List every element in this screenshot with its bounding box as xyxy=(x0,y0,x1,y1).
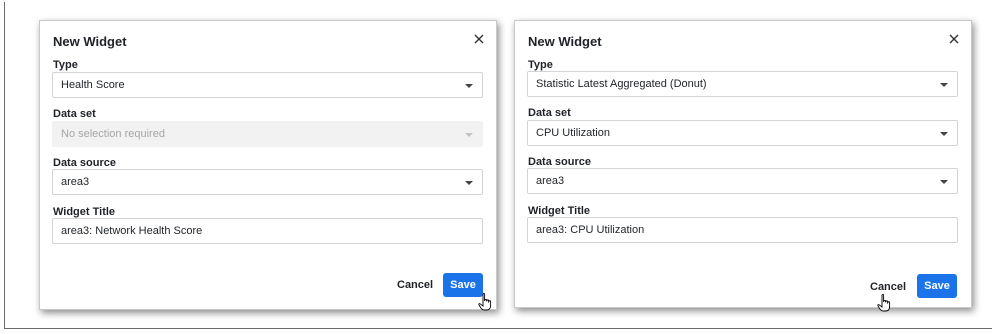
new-widget-dialog-cpu-utilization: New Widget Type Statistic Latest Aggrega… xyxy=(514,20,972,312)
type-select[interactable]: Statistic Latest Aggregated (Donut) xyxy=(527,71,958,97)
type-select-value: Health Score xyxy=(61,79,125,91)
datasource-select-value: area3 xyxy=(536,175,565,187)
dataset-select-placeholder: No selection required xyxy=(61,128,165,140)
widget-title-label: Widget Title xyxy=(528,205,591,217)
type-label: Type xyxy=(528,59,553,71)
cancel-button[interactable]: Cancel xyxy=(397,279,433,291)
cancel-button[interactable]: Cancel xyxy=(870,281,906,293)
widget-title-input[interactable]: area3: CPU Utilization xyxy=(527,217,958,243)
widget-title-input[interactable]: area3: Network Health Score xyxy=(52,218,483,244)
widget-title-input-value: area3: Network Health Score xyxy=(61,225,203,237)
datasource-select[interactable]: area3 xyxy=(527,168,958,194)
dataset-select: No selection required xyxy=(52,121,483,147)
datasource-label: Data source xyxy=(528,156,591,168)
chevron-down-icon xyxy=(940,132,948,136)
close-icon[interactable] xyxy=(947,32,961,46)
hand-pointer-cursor xyxy=(478,293,492,311)
chevron-down-icon xyxy=(940,180,948,184)
dataset-label: Data set xyxy=(528,107,571,119)
save-button[interactable]: Save xyxy=(917,274,957,298)
datasource-select[interactable]: area3 xyxy=(52,169,483,195)
dataset-select[interactable]: CPU Utilization xyxy=(527,120,958,146)
dialog-title: New Widget xyxy=(528,34,602,49)
widget-title-label: Widget Title xyxy=(53,206,116,218)
dialog-title: New Widget xyxy=(53,34,127,49)
chevron-down-icon xyxy=(465,133,473,137)
datasource-label: Data source xyxy=(53,157,116,169)
save-button[interactable]: Save xyxy=(443,273,483,297)
dataset-label: Data set xyxy=(53,108,96,120)
hand-pointer-cursor xyxy=(877,294,891,312)
chevron-down-icon xyxy=(465,181,473,185)
datasource-select-value: area3 xyxy=(61,176,90,188)
widget-title-input-value: area3: CPU Utilization xyxy=(536,224,645,236)
type-select[interactable]: Health Score xyxy=(52,72,483,98)
chevron-down-icon xyxy=(465,84,473,88)
type-select-value: Statistic Latest Aggregated (Donut) xyxy=(536,78,707,90)
dataset-select-value: CPU Utilization xyxy=(536,127,610,139)
new-widget-dialog-health-score: New Widget Type Health Score Data set No… xyxy=(39,20,497,311)
chevron-down-icon xyxy=(940,83,948,87)
close-icon[interactable] xyxy=(472,32,486,46)
type-label: Type xyxy=(53,59,78,71)
